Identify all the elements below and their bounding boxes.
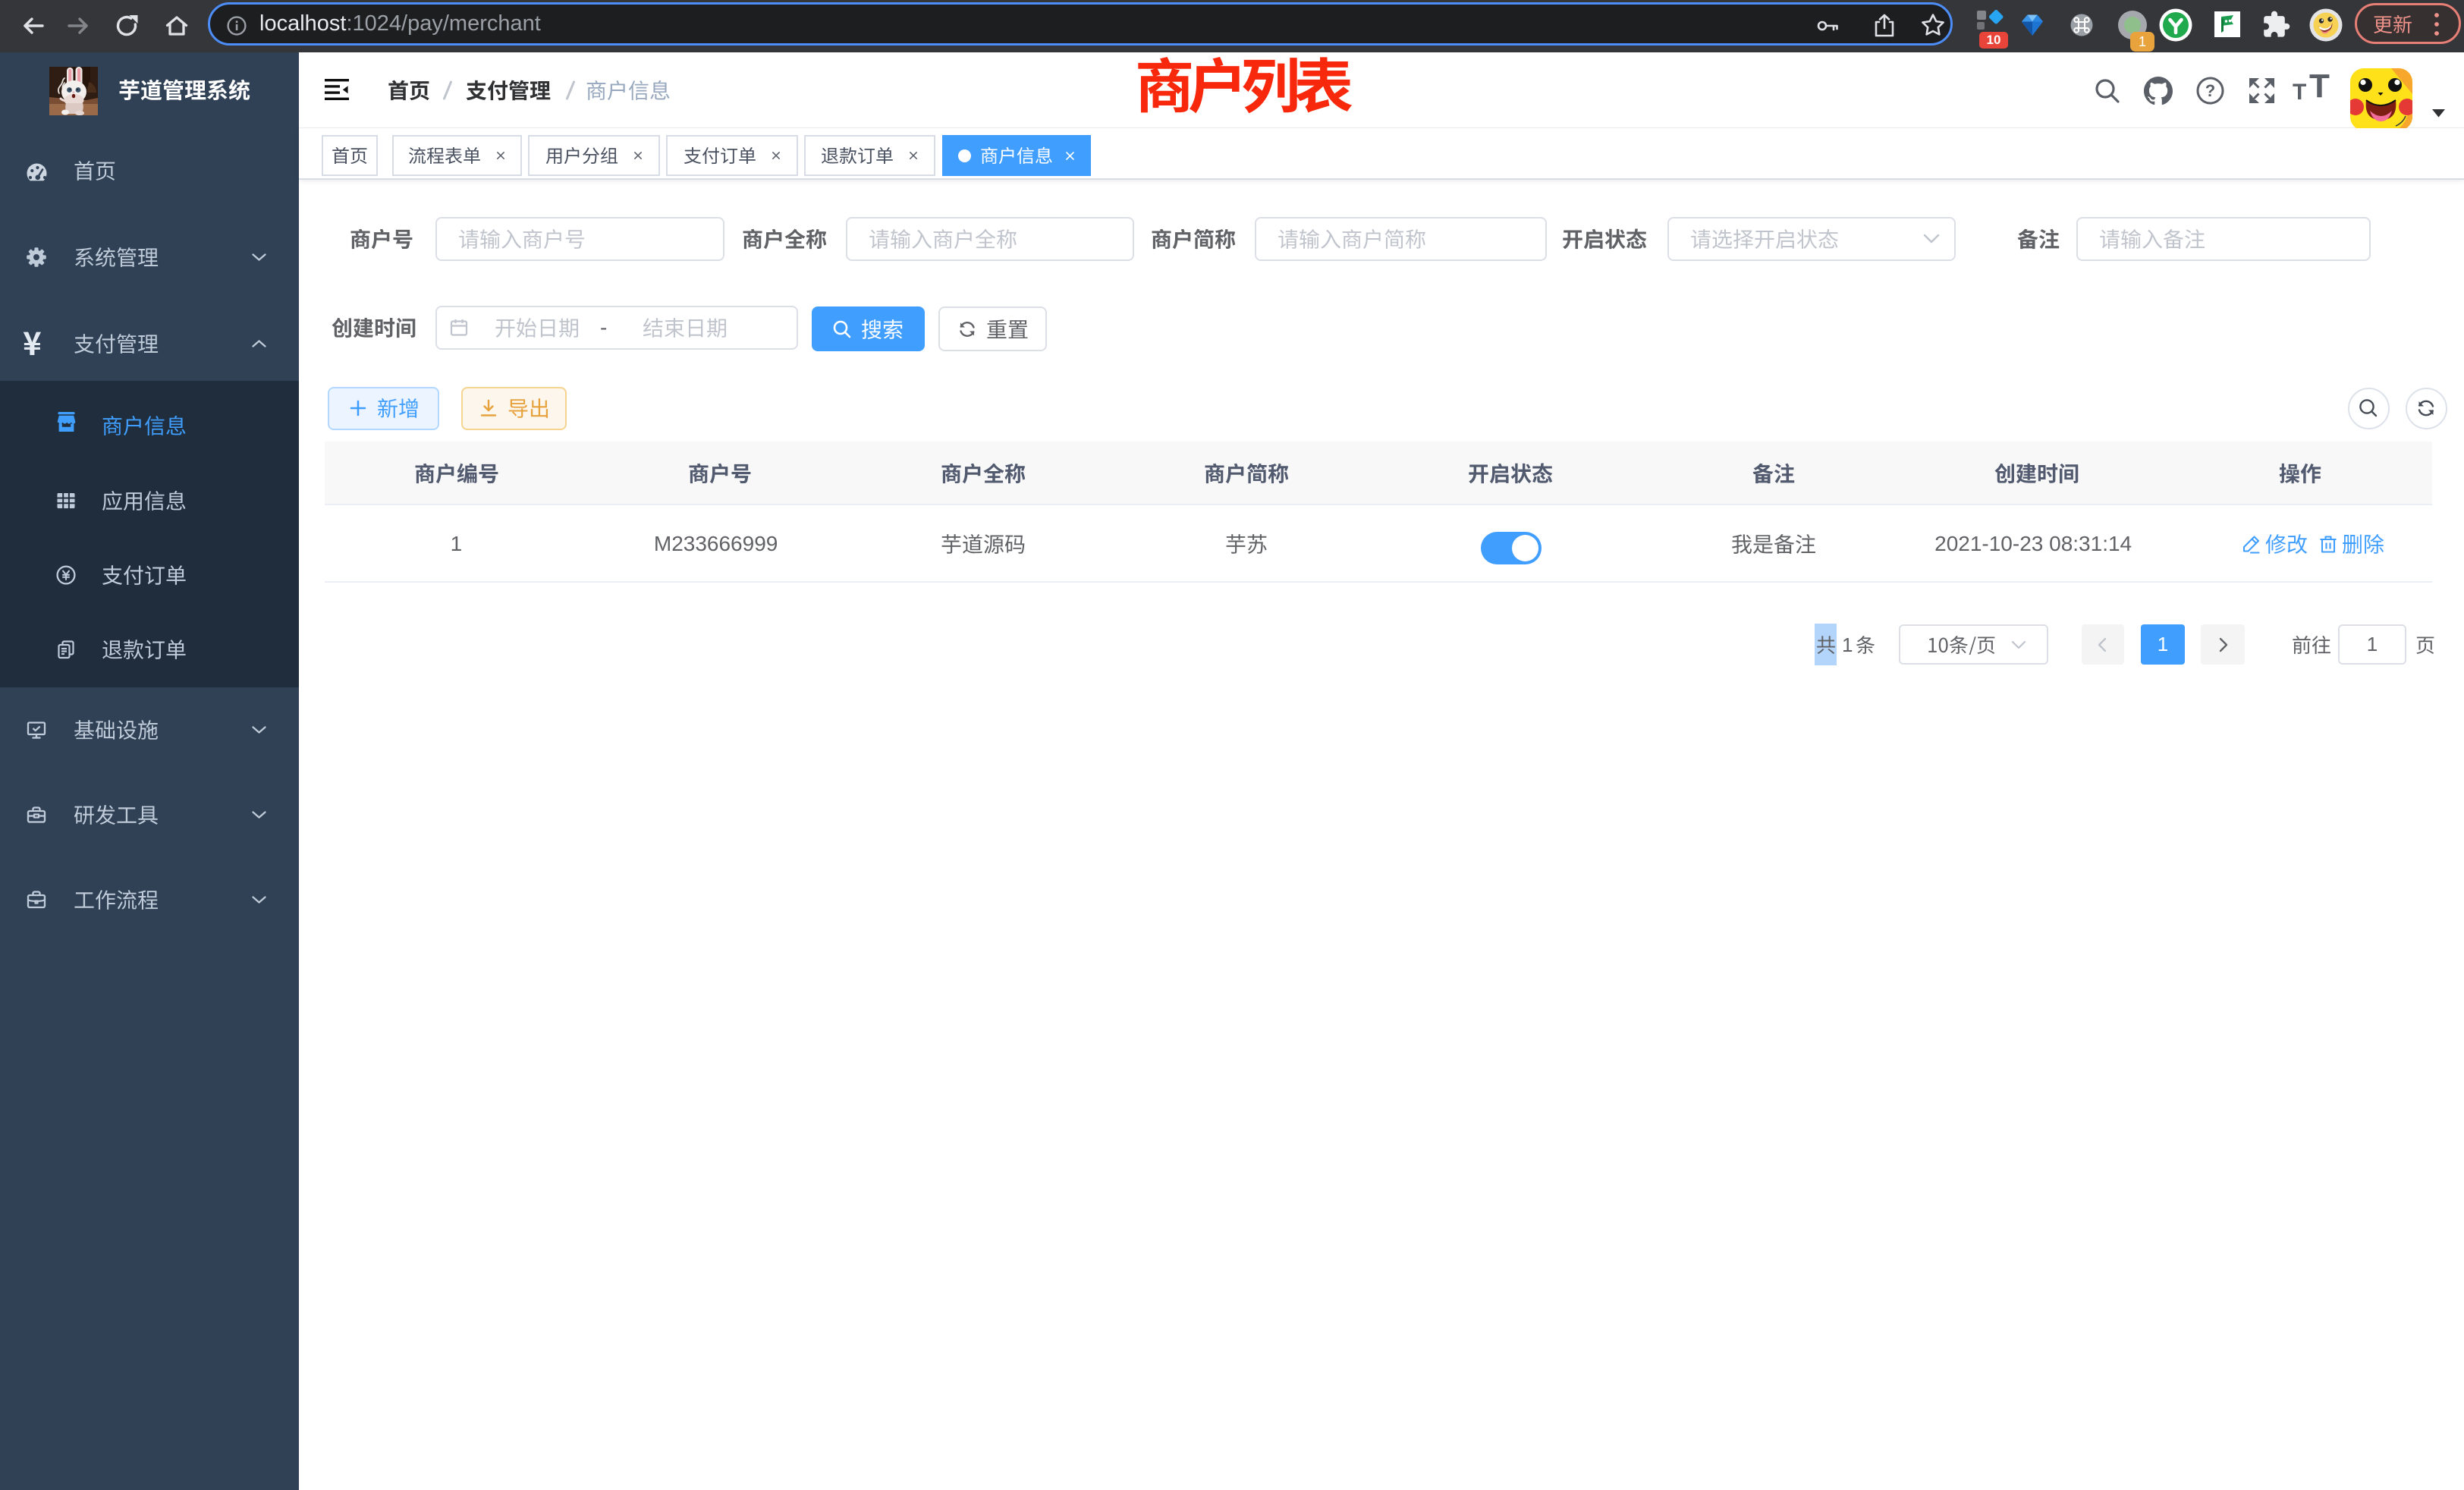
svg-text:?: ?	[2205, 81, 2215, 100]
